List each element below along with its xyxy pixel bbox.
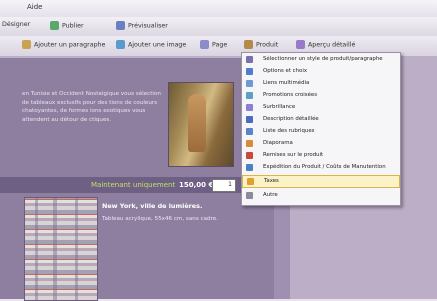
add-image-button[interactable]: Ajouter une image — [116, 40, 186, 49]
menu-item-list[interactable]: Liste des rubriques — [242, 126, 400, 137]
style-icon — [246, 56, 253, 63]
menu-bar: Aide — [0, 0, 437, 18]
statue-figure — [188, 94, 206, 152]
menu-item-style[interactable]: Sélectionner un style de produit/paragra… — [242, 54, 400, 65]
detail-icon — [296, 40, 305, 49]
menu-aide[interactable]: Aide — [27, 3, 42, 11]
menu-item-options[interactable]: Options et choix — [242, 66, 400, 77]
menu-item-taxes[interactable]: Taxes — [242, 175, 400, 188]
discount-icon — [246, 152, 253, 159]
page-label: Page — [212, 41, 228, 49]
promo-icon — [246, 92, 253, 99]
product-icon — [244, 40, 253, 49]
product-description[interactable]: Tableau acrylique, 55x46 cm, sans cadre. — [102, 216, 218, 222]
apercu-button[interactable]: Aperçu détaillé — [296, 40, 355, 49]
menu-item-other[interactable]: Autre — [242, 190, 400, 201]
add-paragraph-button[interactable]: Ajouter un paragraphe — [22, 40, 105, 49]
tax-icon — [247, 178, 254, 185]
designer-button[interactable]: Désigner — [2, 21, 30, 28]
page-icon — [200, 40, 209, 49]
page-button[interactable]: Page — [200, 40, 227, 49]
quantity-value: 1 — [228, 181, 232, 188]
designer-label: Désigner — [2, 21, 31, 28]
menu-item-discount[interactable]: Remises sur le produit — [242, 150, 400, 161]
produit-button[interactable]: Produit — [244, 40, 278, 49]
previsualiser-label: Prévisualiser — [128, 22, 168, 30]
produit-dropdown-menu: Sélectionner un style de produit/paragra… — [241, 52, 401, 206]
toolbar-main: Désigner Publier Prévisualiser — [0, 17, 437, 37]
product-image-2[interactable] — [24, 197, 98, 301]
menu-item-slideshow[interactable]: Diaporama — [242, 138, 400, 149]
publier-button[interactable]: Publier — [50, 21, 84, 30]
image-icon — [116, 40, 125, 49]
shipping-icon — [246, 164, 253, 171]
other-icon — [246, 192, 253, 199]
menu-item-shipping[interactable]: Expédition du Produit / Coûts de Manuten… — [242, 162, 400, 173]
quantity-input[interactable]: 1 — [212, 179, 236, 192]
menu-item-highlight[interactable]: Surbrillance — [242, 102, 400, 113]
price-label: Maintenant uniquement — [91, 181, 176, 189]
description-icon — [246, 116, 253, 123]
add-paragraph-label: Ajouter un paragraphe — [34, 41, 106, 49]
produit-label: Produit — [256, 41, 279, 49]
add-image-label: Ajouter une image — [128, 41, 187, 49]
paragraph-icon — [22, 40, 31, 49]
publish-icon — [50, 21, 59, 30]
preview-icon — [116, 21, 125, 30]
intro-paragraph[interactable]: en Tunisie et Occident Nostalgique vous … — [22, 90, 162, 124]
product-title[interactable]: New York, ville de lumières. — [102, 202, 202, 210]
menu-item-description[interactable]: Description détaillée — [242, 114, 400, 125]
list-icon — [246, 128, 253, 135]
slideshow-icon — [246, 140, 253, 147]
apercu-label: Aperçu détaillé — [308, 41, 356, 49]
highlight-icon — [246, 104, 253, 111]
price-value: 150,00 € — [179, 181, 214, 189]
options-icon — [246, 68, 253, 75]
menu-item-promotions[interactable]: Promotions croisées — [242, 90, 400, 101]
previsualiser-button[interactable]: Prévisualiser — [116, 21, 168, 30]
menu-item-media[interactable]: Liens multimédia — [242, 78, 400, 89]
publier-label: Publier — [62, 22, 84, 30]
media-icon — [246, 80, 253, 87]
